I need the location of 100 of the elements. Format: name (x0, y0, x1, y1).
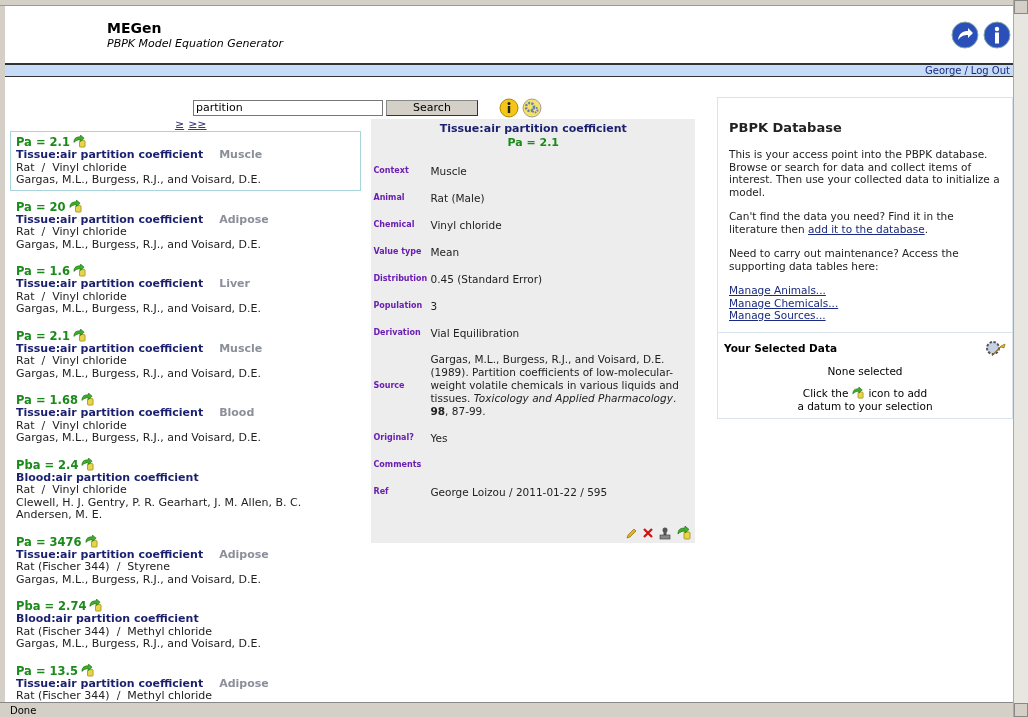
user-name: George (925, 64, 962, 78)
organism-chemical: Rat / Vinyl chloride (16, 355, 128, 368)
parameter-title: Tissue:air partition coefficient (16, 278, 204, 291)
parameter-value: Pa = 3476 (16, 534, 82, 549)
scrollbar[interactable] (1013, 0, 1028, 717)
authors: Gargas, M.L., Burgess, R.J., and Voisard, D.E. (16, 303, 263, 316)
organism-chemical: Rat / Vinyl chloride (16, 484, 128, 497)
organism-chemical: Rat / Vinyl chloride (16, 226, 128, 239)
parameter-value: Pa = 1.68 (16, 393, 78, 407)
add-datum-icon[interactable] (81, 457, 95, 471)
result-item[interactable]: Pa = 3476 Tissue:air partition coefficient Adipose Rat (Fischer 344) / Styrene Gargas, M.L., Burgess, R.J., and Voisard, D.E. (10, 530, 362, 590)
field-label: Comments (373, 459, 423, 471)
field-label: Context (373, 165, 410, 177)
field-label: Ref (373, 486, 390, 498)
search-button[interactable]: Search (386, 100, 478, 116)
field-label: Value type (373, 246, 423, 258)
field-value: Gargas, M.L., Burgess, R.J., and Voisard, D.E. (1989). Partition coefficients of low-molecular-weight volatile chemicals in various liquids and tissues. Toxicology and Applied Pharmacology. 98, 87-99. (430, 353, 680, 418)
context-label: Adipose (219, 213, 269, 226)
field-label: Chemical (373, 219, 416, 231)
info-icon[interactable] (983, 20, 1011, 49)
add-datum-icon[interactable] (89, 599, 103, 612)
parameter-value: Pba = 2.4 (16, 457, 79, 472)
organism-chemical: Rat (Fischer 344) / Methyl chloride (16, 690, 214, 702)
status-text: Done (10, 703, 37, 717)
add-datum-icon[interactable] (68, 199, 82, 213)
authors: Gargas, M.L., Burgess, R.J., and Voisard, D.E. (16, 174, 263, 187)
add-datum-icon[interactable] (72, 328, 86, 342)
parameter-title: Tissue:air partition coefficient (16, 548, 204, 561)
authors: Gargas, M.L., Burgess, R.J., and Voisard, D.E. (16, 573, 263, 586)
logout-link[interactable]: Log Out (970, 63, 1010, 78)
context-label: Liver (219, 278, 250, 291)
organism-chemical: Rat / Vinyl chloride (16, 419, 128, 432)
add-datum-icon[interactable] (72, 264, 86, 277)
add-datum-icon[interactable] (72, 135, 86, 148)
add-datum-icon[interactable] (80, 663, 94, 677)
result-item[interactable]: Pa = 13.5 Tissue:air partition coefficient Adipose Rat (Fischer 344) / Methyl chloride (10, 659, 362, 702)
stamp-icon[interactable] (659, 526, 671, 540)
authors: Gargas, M.L., Burgess, R.J., and Voisard, D.E. (16, 367, 263, 380)
field-value: 0.45 (Standard Error) (430, 272, 543, 286)
result-item[interactable]: Pba = 2.74 Blood:air partition coefficient Rat (Fischer 344) / Methyl chloride Gargas, M.L., Burgess, R.J., and Voisard, D.E. (10, 595, 362, 655)
result-item[interactable]: Pa = 2.1 Tissue:air partition coefficient Muscle Rat / Vinyl chloride Gargas, M.L., Burgess, R.J., and Voisard, D.E. (10, 131, 362, 191)
parameter-title: Blood:air partition coefficient (16, 613, 199, 626)
field-value: George Loizou / 2011-01-22 / 595 (430, 485, 608, 499)
add-datum-icon[interactable] (852, 387, 865, 400)
manage-link[interactable]: Manage Sources... (729, 309, 826, 322)
add-datum-icon[interactable] (677, 526, 691, 540)
app-subtitle: PBPK Model Equation Generator (107, 36, 284, 50)
authors: Clewell, H. J. Gentry, P. R. Gearhart, J. M. Allen, B. C. Andersen, M. E. (16, 496, 303, 522)
delete-icon[interactable] (643, 528, 653, 538)
organism-chemical: Rat / Vinyl chloride (16, 290, 128, 303)
pager-link[interactable]: ≥≥ (188, 119, 207, 131)
maintenance-text: Need to carry out maintenance? Access the supporting data tables here: (729, 247, 960, 272)
field-value: Muscle (430, 164, 467, 178)
result-item[interactable]: Pa = 1.68 Tissue:air partition coefficient Blood Rat / Vinyl chloride Gargas, M.L., Burgess, R.J., and Voisard, D.E. (10, 389, 362, 449)
missing-text: Can't find the data you need? Find it in the literature then add it to the database. (729, 210, 955, 235)
manage-link[interactable]: Manage Animals... (729, 284, 826, 297)
parameter-value: Pa = 13.5 (16, 663, 78, 678)
context-label: Muscle (219, 149, 263, 162)
field-value: 3 (430, 299, 438, 313)
panel-title: Your Selected Data (724, 342, 837, 355)
parameter-title: Tissue:air partition coefficient (16, 149, 204, 162)
field-label: Original? (373, 432, 415, 444)
field-value: Vinyl chloride (430, 218, 502, 232)
context-label: Muscle (219, 342, 263, 355)
app-title: MEGen (107, 19, 163, 37)
pencil-icon[interactable] (626, 527, 637, 539)
context-label: Adipose (219, 677, 269, 690)
field-label: Distribution (373, 273, 429, 285)
result-item[interactable]: Pa = 1.6 Tissue:air partition coefficient Liver Rat / Vinyl chloride Gargas, M.L., Burgess, R.J., and Voisard, D.E. (10, 260, 362, 320)
manage-link[interactable]: Manage Chemicals... (729, 296, 839, 309)
result-item[interactable]: Pa = 20 Tissue:air partition coefficient Adipose Rat / Vinyl chloride Gargas, M.L., Burgess, R.J., and Voisard, D.E. (10, 195, 362, 255)
intro-text: This is your access point into the PBPK database. Browse or search for data and collect items of interest. Then use your collected data to initialize a model. (729, 148, 1001, 198)
search-field[interactable]: partition (193, 100, 383, 116)
field-value: Mean (430, 245, 460, 259)
field-value: Rat (Male) (430, 191, 485, 205)
authors: Gargas, M.L., Burgess, R.J., and Voisard, D.E. (16, 238, 263, 251)
empty-message: None selected (826, 364, 904, 377)
result-item[interactable]: Pba = 2.4 Blood:air partition coefficient Rat / Vinyl chloride Clewell, H. J. Gentry, P. R. Gearhart, J. M. Allen, B. C. Andersen, M. E. (10, 453, 362, 526)
parameter-title: Tissue:air partition coefficient (16, 407, 204, 420)
context-label: Adipose (219, 548, 269, 561)
field-label: Source (373, 379, 406, 392)
add-datum-icon[interactable] (80, 393, 94, 406)
field-value: Yes (430, 431, 448, 445)
parameter-value: Pa = 20 (16, 199, 66, 214)
field-label: Derivation (373, 327, 422, 339)
authors: Gargas, M.L., Burgess, R.J., and Voisard, D.E. (16, 432, 263, 445)
add-datum-icon[interactable] (84, 534, 98, 548)
panel-title: PBPK Database (729, 120, 843, 136)
info-icon[interactable] (499, 98, 519, 118)
parameter-title: Tissue:air partition coefficient (16, 342, 204, 355)
result-item[interactable]: Pa = 2.1 Tissue:air partition coefficient Muscle Rat / Vinyl chloride Gargas, M.L., Burgess, R.J., and Voisard, D.E. (10, 324, 362, 384)
add-data-link[interactable]: add it to the database (808, 222, 925, 235)
detail-value: Pa = 2.1 (506, 136, 560, 150)
parameter-value: Pa = 1.6 (16, 264, 70, 278)
parameter-value: Pa = 2.1 (16, 135, 70, 149)
pager-link[interactable]: ≥ (174, 119, 185, 131)
organism-chemical: Rat / Vinyl chloride (16, 161, 128, 174)
authors: Gargas, M.L., Burgess, R.J., and Voisard, D.E. (16, 638, 263, 651)
parameter-title: Blood:air partition coefficient (16, 471, 199, 484)
organism-chemical: Rat (Fischer 344) / Methyl chloride (16, 625, 214, 638)
